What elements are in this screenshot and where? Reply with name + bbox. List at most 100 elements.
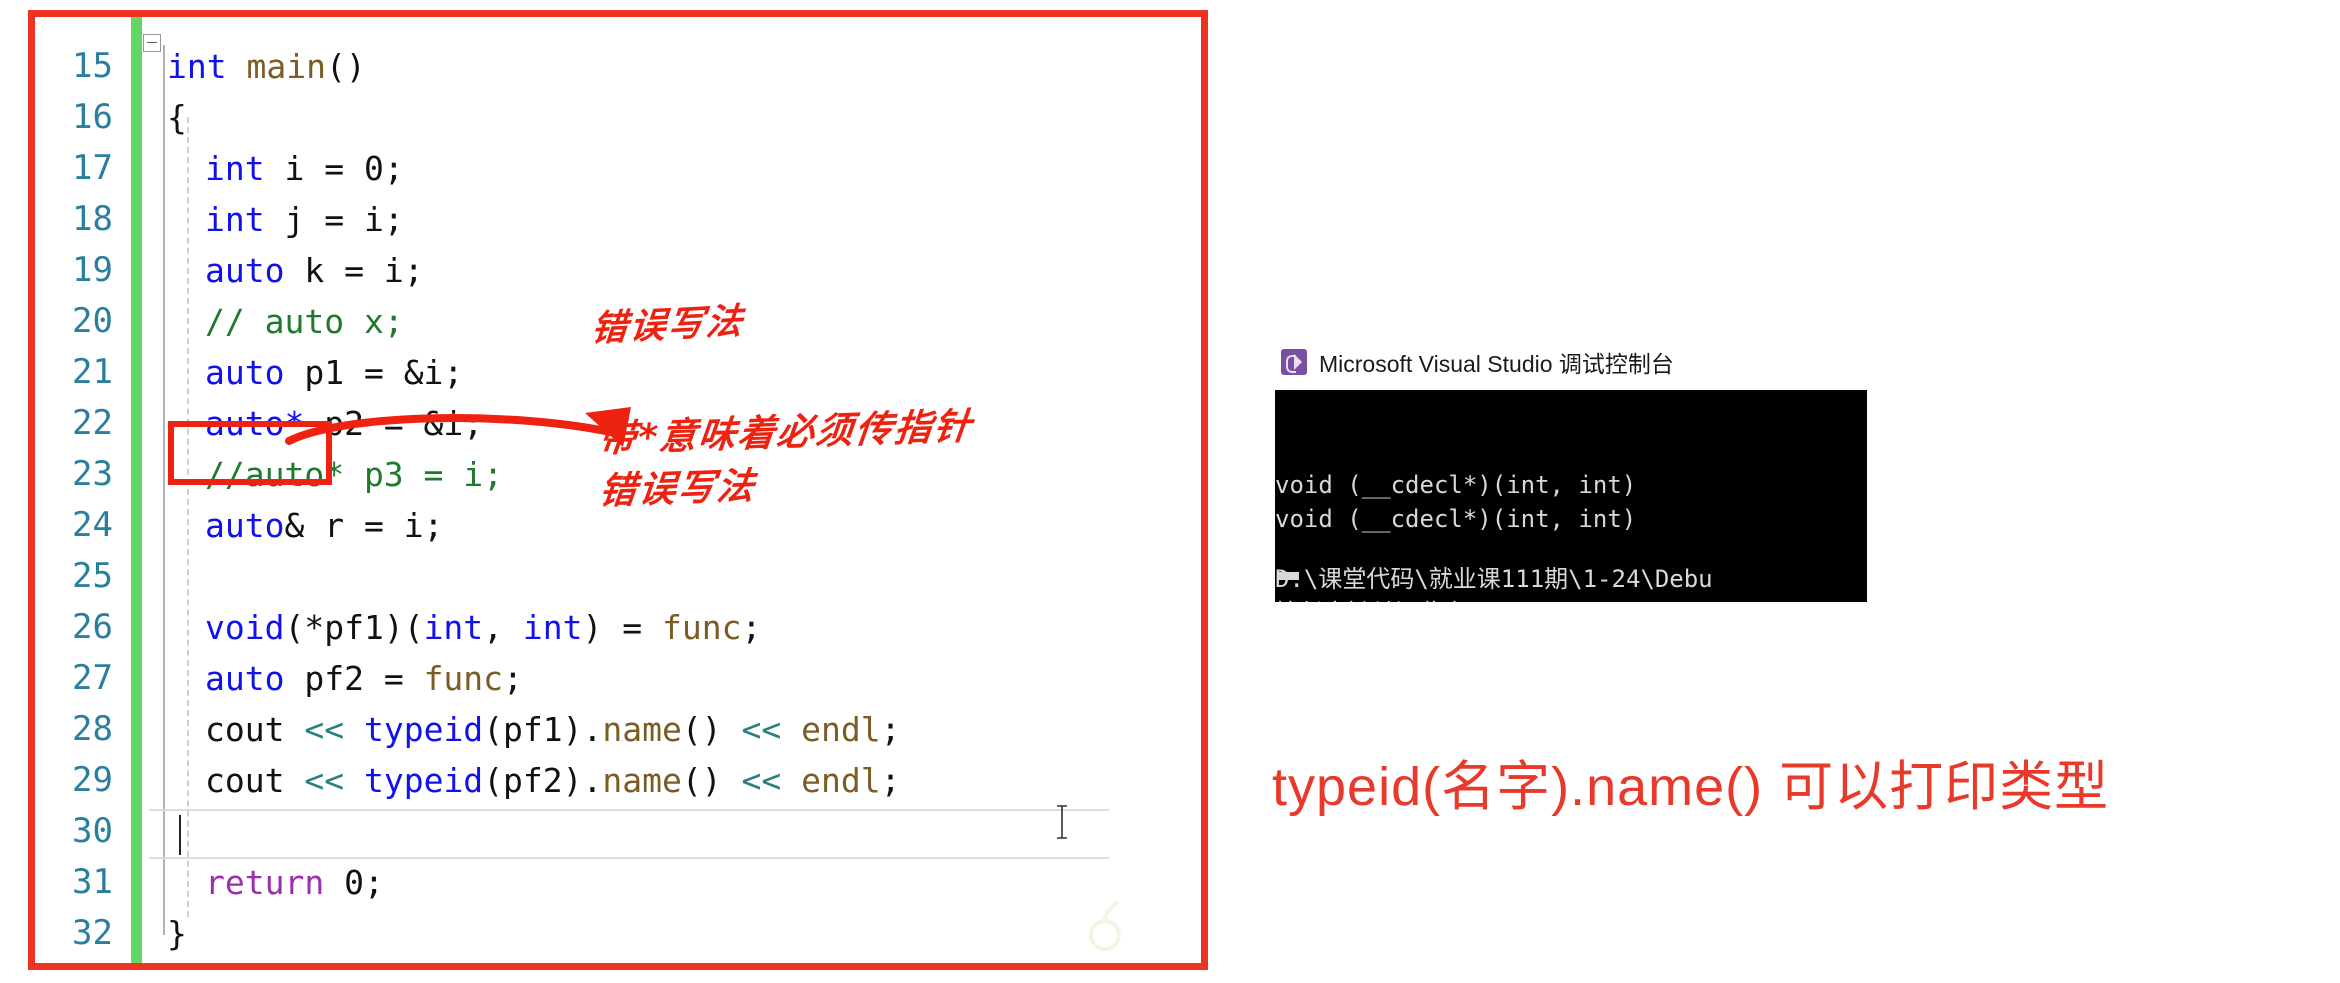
code-token: (*pf1)(: [284, 608, 424, 647]
code-token: p2 = &i;: [304, 404, 484, 443]
code-token: ,: [483, 608, 523, 647]
code-token: ;: [741, 608, 762, 647]
line-number: 25: [72, 556, 113, 596]
code-line-text: void(*pf1)(int, int) = func;: [205, 602, 761, 653]
code-line-text: return 0;: [205, 857, 384, 908]
code-line[interactable]: 25: [35, 551, 1201, 602]
code-line-text: int j = i;: [205, 194, 404, 245]
code-token: int: [167, 47, 227, 86]
code-line[interactable]: 18 int j = i;: [35, 194, 1201, 245]
code-token: int: [522, 608, 583, 647]
line-number: 29: [72, 760, 113, 800]
ibeam-mouse-cursor: [1057, 805, 1067, 839]
code-token: int: [205, 149, 265, 188]
annotation-wrong-syntax-1: 错误写法: [589, 301, 746, 350]
line-number: 22: [72, 403, 113, 443]
code-token: name: [602, 710, 682, 749]
line-number: 31: [72, 862, 113, 902]
screenshot-root: 15 int main() 16{17 int i = 0; 18 int j = i; 1…: [0, 0, 2340, 983]
line-number: 18: [72, 199, 113, 239]
line-number: 26: [72, 607, 113, 647]
line-number: 27: [72, 658, 113, 698]
console-title-bar: Microsoft Visual Studio 调试控制台: [1275, 342, 1875, 382]
debug-console-window[interactable]: Microsoft Visual Studio 调试控制台 void (__cd…: [1275, 342, 1875, 602]
text-caret: [179, 815, 181, 855]
visual-studio-icon: [1281, 349, 1307, 375]
code-token: (pf1).: [483, 710, 603, 749]
console-output-area[interactable]: void (__cdecl*)(int, int) void (__cdecl*)…: [1275, 390, 1867, 602]
console-line: D:\课堂代码\就业课111期\1-24\Debu: [1275, 565, 1713, 593]
annotation-wrong-syntax-2: 错误写法: [597, 464, 759, 513]
code-token: i =: [264, 149, 364, 188]
code-token: <<: [741, 710, 802, 749]
code-line-text: auto& r = i;: [205, 500, 443, 551]
code-token: <<: [284, 761, 364, 800]
code-line-text: auto k = i;: [205, 245, 424, 296]
code-token: 0: [344, 863, 364, 902]
console-line: void (__cdecl*)(int, int): [1275, 505, 1637, 533]
code-token: k = i;: [284, 251, 424, 290]
code-token: auto: [205, 506, 285, 545]
code-line[interactable]: 28 cout << typeid(pf1).name() << endl;: [35, 704, 1201, 755]
code-token: void: [205, 608, 285, 647]
code-token: & r = i;: [284, 506, 444, 545]
line-number: 16: [72, 97, 113, 137]
caption-typeid-note: typeid(名字).name() 可以打印类型: [1272, 757, 2110, 817]
code-token: return: [205, 863, 325, 902]
code-token: }: [167, 914, 187, 953]
code-line-text: int main(): [167, 41, 366, 92]
line-number: 23: [72, 454, 113, 494]
line-number: 15: [72, 46, 113, 86]
code-token: ;: [880, 761, 901, 800]
code-token: pf2 =: [284, 659, 424, 698]
code-token: endl: [801, 761, 881, 800]
code-token: //auto* p3 = i;: [205, 455, 504, 494]
code-line-text: cout << typeid(pf2).name() << endl;: [205, 755, 900, 806]
line-number: 21: [72, 352, 113, 392]
code-token: ) =: [582, 608, 663, 647]
code-token: (pf2).: [483, 761, 603, 800]
code-token: ;: [880, 710, 901, 749]
code-line[interactable]: 16 {: [35, 92, 1201, 143]
code-token: ;: [383, 149, 404, 188]
code-line[interactable]: 17 int i = 0;: [35, 143, 1201, 194]
code-line-text: {: [167, 92, 187, 143]
console-line: 按任意键关闭此窗口. . .: [1275, 596, 1867, 602]
code-token: name: [602, 761, 682, 800]
code-token: cout: [205, 761, 285, 800]
console-cursor: [1277, 572, 1299, 580]
code-token: (): [325, 47, 366, 86]
code-line[interactable]: 26 void(*pf1)(int, int) = func;: [35, 602, 1201, 653]
code-line[interactable]: 27 auto pf2 = func;: [35, 653, 1201, 704]
code-line-text: }: [167, 908, 187, 959]
console-line: void (__cdecl*)(int, int): [1275, 471, 1637, 499]
code-token: auto*: [205, 404, 305, 443]
code-line[interactable]: 15 int main(): [35, 41, 1201, 92]
code-token: typeid: [363, 761, 484, 800]
code-token: ;: [363, 863, 384, 902]
code-token: ;: [503, 659, 523, 698]
code-line[interactable]: 32}: [35, 908, 1201, 959]
code-line[interactable]: 31 return 0;: [35, 857, 1201, 908]
code-token: auto: [205, 659, 285, 698]
code-line-text: // auto x;: [205, 296, 404, 347]
code-line-text: //auto* p3 = i;: [205, 449, 503, 500]
code-token: (): [681, 761, 742, 800]
code-token: (): [681, 710, 742, 749]
code-token: auto: [205, 251, 285, 290]
code-line[interactable]: 19 auto k = i;: [35, 245, 1201, 296]
line-number: 20: [72, 301, 113, 341]
code-line[interactable]: 21 auto p1 = &i;: [35, 347, 1201, 398]
code-line-text: auto* p2 = &i;: [205, 398, 483, 449]
code-token: // auto x;: [205, 302, 404, 341]
code-token: func: [662, 608, 742, 647]
line-number: 30: [72, 811, 113, 851]
code-line[interactable]: 29 cout << typeid(pf2).name() << endl;: [35, 755, 1201, 806]
line-number: 28: [72, 709, 113, 749]
code-token: func: [423, 659, 504, 698]
line-number: 17: [72, 148, 113, 188]
code-token: endl: [801, 710, 881, 749]
current-line-highlight: [149, 809, 1109, 859]
